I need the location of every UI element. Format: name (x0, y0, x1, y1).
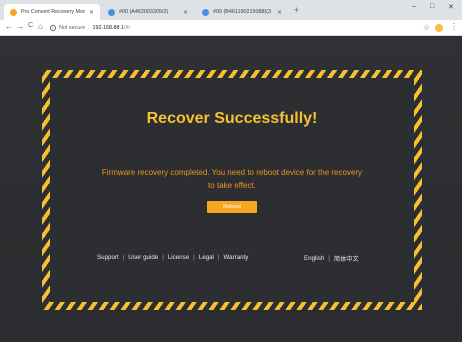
blue-circle-icon (108, 8, 115, 16)
language-separator: | (328, 255, 330, 262)
link-separator: | (217, 254, 220, 261)
tab-title: #00 (B461190215088)(3 (213, 9, 272, 15)
close-tab-icon[interactable]: ✕ (89, 9, 94, 16)
tab-device-2[interactable]: #00 (A462003309/2) ✕ (102, 4, 194, 20)
support-link[interactable]: Support (97, 254, 119, 261)
tab-title: Pro Convert Recovery Mode (21, 9, 85, 15)
link-separator: | (162, 254, 164, 261)
blue-circle-icon (202, 8, 209, 16)
close-tab-icon[interactable]: ✕ (277, 9, 282, 16)
orange-circle-icon (10, 8, 17, 16)
browser-toolbar: ← → C ⌂ i Not secure | 192.168.88.1 /#/ … (0, 20, 462, 36)
address-host: 192.168.88.1 (92, 25, 124, 31)
legal-link[interactable]: Legal (199, 254, 214, 261)
back-button[interactable]: ← (5, 22, 13, 31)
reload-button[interactable]: C (28, 22, 33, 29)
tab-device-3[interactable]: #00 (B461190215088)(3 ✕ (196, 4, 288, 20)
tab-strip: Pro Convert Recovery Mode ✕ #00 (A462003… (0, 0, 462, 20)
close-tab-icon[interactable]: ✕ (183, 9, 188, 16)
license-link[interactable]: License (168, 254, 189, 261)
bookmark-star-icon[interactable]: ☆ (423, 23, 430, 32)
user-guide-link[interactable]: User guide (128, 254, 158, 261)
maximize-button[interactable]: □ (430, 3, 434, 10)
home-button[interactable]: ⌂ (38, 22, 43, 31)
address-bar[interactable]: i Not secure | 192.168.88.1 /#/ (50, 22, 416, 34)
language-switcher: English | 简体中文 (304, 254, 359, 263)
new-tab-button[interactable]: + (294, 5, 299, 15)
browser-menu-icon[interactable]: ⋮ (450, 22, 458, 31)
page-title: Recover Successfully! (146, 110, 318, 127)
extension-icon[interactable] (435, 24, 443, 32)
forward-button[interactable]: → (16, 22, 24, 31)
address-separator: | (88, 25, 90, 31)
address-path: /#/ (123, 25, 130, 31)
hazard-stripe-frame: Recover Successfully! Firmware recovery … (42, 70, 422, 310)
security-label: Not secure (59, 25, 86, 31)
tab-title: #00 (A462003309/2) (119, 9, 169, 15)
tab-recovery-mode[interactable]: Pro Convert Recovery Mode ✕ (4, 4, 100, 20)
reboot-button[interactable]: Reboot (207, 201, 257, 213)
link-separator: | (122, 254, 125, 261)
footer-links: Support | User guide | License | Legal |… (97, 254, 248, 261)
warranty-link[interactable]: Warranty (224, 254, 249, 261)
page-content: Recover Successfully! Firmware recovery … (0, 37, 462, 342)
info-icon[interactable]: i (50, 25, 56, 31)
link-separator: | (193, 254, 195, 261)
language-chinese[interactable]: 简体中文 (334, 254, 359, 263)
close-window-button[interactable]: ✕ (448, 3, 454, 11)
recovery-message: Firmware recovery completed. You need to… (101, 168, 363, 190)
recovery-panel: Recover Successfully! Firmware recovery … (50, 78, 414, 302)
minimize-button[interactable]: – (412, 3, 416, 10)
language-english[interactable]: English (304, 255, 324, 262)
